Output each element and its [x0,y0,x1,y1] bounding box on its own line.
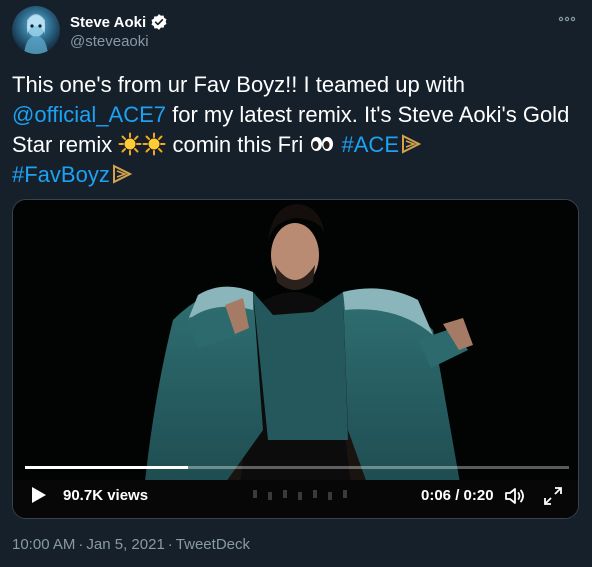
sun-emoji-icon [142,132,166,156]
tweet-time[interactable]: 10:00 AM [12,536,75,553]
eyes-emoji-icon [309,132,335,156]
tweet-source[interactable]: TweetDeck [176,536,250,553]
video-controls: 90.7K views 0:06 / 0:20 [13,482,578,510]
tweet-text-part: comin this Fri [166,132,310,157]
hashtag-ace-link[interactable]: #ACE [342,132,399,157]
avatar-image [24,14,48,54]
tweet-metadata: 10:00 AM · Jan 5, 2021 · TweetDeck [12,536,250,553]
display-name[interactable]: Steve Aoki [70,14,146,31]
video-player[interactable]: 90.7K views 0:06 / 0:20 [12,199,579,519]
tweet[interactable]: Steve Aoki @steveaoki This one's from ur… [0,0,592,567]
avatar[interactable] [12,6,60,54]
tweet-header: Steve Aoki @steveaoki [12,6,580,56]
video-progress-fill [25,466,189,469]
favboyz-hashflag-icon [111,163,133,185]
mention-link[interactable]: @official_ACE7 [12,102,166,127]
verified-badge-icon [150,13,168,31]
tweet-text-part: This one's from ur Fav Boyz!! I teamed u… [12,72,465,97]
view-count: 90.7K views [63,487,149,504]
name-row: Steve Aoki [70,12,168,32]
separator-dot: · [167,536,173,553]
volume-icon[interactable] [503,484,527,508]
more-options-icon[interactable] [556,10,578,28]
tweet-date[interactable]: Jan 5, 2021 [86,536,164,553]
hashtag-favboyz-link[interactable]: #FavBoyz [12,162,110,187]
ace-hashflag-icon [400,133,422,155]
video-progress-bar[interactable] [25,466,569,469]
sun-emoji-icon [118,132,142,156]
separator-dot: · [78,536,84,553]
play-icon[interactable] [27,484,49,506]
video-frame [13,200,578,518]
tweet-text: This one's from ur Fav Boyz!! I teamed u… [12,70,572,190]
video-timecode: 0:06 / 0:20 [421,487,494,504]
handle[interactable]: @steveaoki [70,33,149,50]
fullscreen-icon[interactable] [541,484,565,508]
